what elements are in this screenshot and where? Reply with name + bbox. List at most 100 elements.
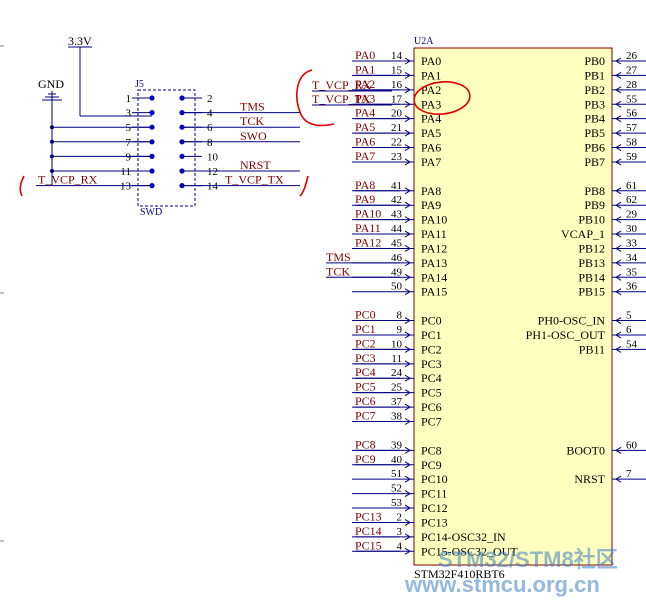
- swd-connector-j5[interactable]: J5 SWD 1 23 4 TMS5 6 TCK7 8 SWO9 1011 12 NRST13 14 T…: [36, 79, 300, 218]
- mcu-pin-name: PB11: [579, 342, 605, 356]
- mcu-pin-name: PA15: [421, 285, 447, 299]
- mcu-pin-name: PA11: [421, 227, 447, 241]
- connector-row: 3 4 TMS: [126, 100, 300, 120]
- mcu-pin-number: 2: [397, 511, 403, 523]
- connector-net-right: SWO: [240, 129, 267, 143]
- mcu-pin-number: 21: [391, 122, 402, 134]
- gnd-power-symbol: GND: [38, 77, 64, 185]
- mcu-u2a[interactable]: U2A STM32F410RBT6 14 PA0PA015 PA1PA116 PA2P…: [326, 36, 646, 581]
- connector-ref: J5: [135, 79, 144, 90]
- connector-pad-right[interactable]: [179, 153, 185, 159]
- mcu-net-label: PA12: [355, 235, 381, 249]
- mcu-pin-name: PC3: [421, 357, 442, 371]
- mcu-pin-number: 38: [391, 411, 403, 423]
- mcu-pin-name: PC12: [421, 501, 448, 515]
- mcu-net-label: PC3: [355, 351, 376, 365]
- rx-tick-mark: [19, 175, 25, 197]
- mcu-pin-name: PA3: [421, 97, 441, 111]
- mcu-pin-number: 35: [626, 266, 638, 278]
- mcu-pin-number: 54: [626, 338, 638, 350]
- mcu-pin-number: 37: [391, 396, 403, 408]
- mcu-pin-name: PA2: [421, 83, 441, 97]
- mcu-net-label: PC9: [355, 452, 376, 466]
- mcu-pin-name: PC5: [421, 386, 442, 400]
- mcu-pin-name: PC10: [421, 472, 448, 486]
- connector-net-right: NRST: [240, 158, 271, 172]
- mcu-net-label: TMS: [326, 250, 351, 264]
- mcu-pin-number: 50: [391, 281, 403, 293]
- mcu-pin-name: PA14: [421, 270, 447, 284]
- connector-footer: SWD: [140, 207, 162, 218]
- mcu-pin-name: PB8: [584, 184, 605, 198]
- mcu-net-label: PC2: [355, 336, 376, 350]
- watermark-line1: STM32/STM8社区: [438, 547, 618, 572]
- mcu-pin-number: 9: [397, 324, 403, 336]
- mcu-pin-name: PA10: [421, 213, 447, 227]
- mcu-pin-number: 51: [391, 468, 402, 480]
- connector-row: 9 10: [50, 151, 219, 163]
- connector-net-right: TMS: [240, 100, 265, 114]
- connector-net-right: T_VCP_TX: [225, 173, 284, 187]
- mcu-pin-number: 25: [391, 382, 403, 394]
- mcu-pin-number: 56: [626, 108, 638, 120]
- connector-pin-right: 2: [207, 93, 213, 105]
- mcu-pin-name: PB6: [584, 141, 605, 155]
- mcu-net-label: PA4: [355, 106, 375, 120]
- mcu-pin-number: 55: [626, 93, 638, 105]
- connector-pin-right: 14: [207, 181, 219, 193]
- mcu-net-label: PA1: [355, 62, 375, 76]
- mcu-pin-name: PA7: [421, 155, 441, 169]
- mcu-pin-name: PC8: [421, 443, 442, 457]
- mcu-net-label: PA8: [355, 178, 375, 192]
- vcp-rx-net-label: T_VCP_RX: [312, 78, 372, 92]
- mcu-pin-name: PB0: [584, 54, 605, 68]
- connector-pad-left[interactable]: [149, 110, 155, 116]
- mcu-pin-name: PB5: [584, 126, 605, 140]
- connector-pad-left[interactable]: [149, 95, 155, 101]
- mcu-net-label: PA10: [355, 207, 381, 221]
- mcu-net-label: PC13: [355, 509, 382, 523]
- mcu-net-label: PC5: [355, 380, 376, 394]
- mcu-net-label: PC6: [355, 394, 376, 408]
- mcu-pin-name: PC1: [421, 328, 442, 342]
- mcu-net-label: PC8: [355, 437, 376, 451]
- mcu-pin-number: 26: [626, 50, 638, 62]
- mcu-pin-name: PC11: [421, 487, 447, 501]
- mcu-pin-name: PA8: [421, 184, 441, 198]
- mcu-pin-number: 22: [391, 137, 402, 149]
- connector-net-left: T_VCP_RX: [38, 173, 98, 187]
- mcu-pin-name: PC2: [421, 342, 442, 356]
- mcu-pin-number: 44: [391, 223, 403, 235]
- mcu-pin-name: PH0-OSC_IN: [538, 314, 606, 328]
- mcu-net-label: PC4: [355, 365, 376, 379]
- mcu-pin-number: 16: [391, 79, 403, 91]
- mcu-pin-number: 11: [391, 353, 402, 365]
- mcu-net-label: PC0: [355, 308, 376, 322]
- mcu-pin-number: 23: [391, 151, 403, 163]
- vcc-power-symbol: 3.3V: [68, 34, 152, 117]
- mcu-pin-number: 3: [397, 526, 403, 538]
- mcu-pin-name: PC7: [421, 415, 442, 429]
- mcu-pin-name: VCAP_1: [561, 227, 605, 241]
- mcu-pin-number: 59: [626, 151, 638, 163]
- mcu-net-label: PC1: [355, 322, 376, 336]
- mcu-pin-name: PB9: [584, 198, 605, 212]
- mcu-pin-number: 14: [391, 50, 403, 62]
- mcu-pin-number: 62: [626, 194, 637, 206]
- mcu-pin-number: 4: [397, 540, 403, 552]
- mcu-pin-number: 43: [391, 209, 403, 221]
- connector-row: 12: [126, 93, 213, 105]
- connector-pin-left: 3: [126, 108, 132, 120]
- mcu-pin-name: PA13: [421, 256, 447, 270]
- mcu-pin-number: 29: [626, 209, 638, 221]
- connector-net-right: TCK: [240, 114, 264, 128]
- connector-pad-right[interactable]: [179, 95, 185, 101]
- watermark-line2: www.stmcu.org.cn: [404, 572, 600, 597]
- mcu-pin-name: PH1-OSC_OUT: [526, 328, 606, 342]
- mcu-pin-number: 40: [391, 454, 403, 466]
- mcu-pin-number: 57: [626, 122, 638, 134]
- mcu-pin-name: PB15: [578, 285, 605, 299]
- mcu-pin-number: 20: [391, 108, 403, 120]
- mcu-pin-number: 28: [626, 79, 638, 91]
- mcu-pin-name: PC0: [421, 314, 442, 328]
